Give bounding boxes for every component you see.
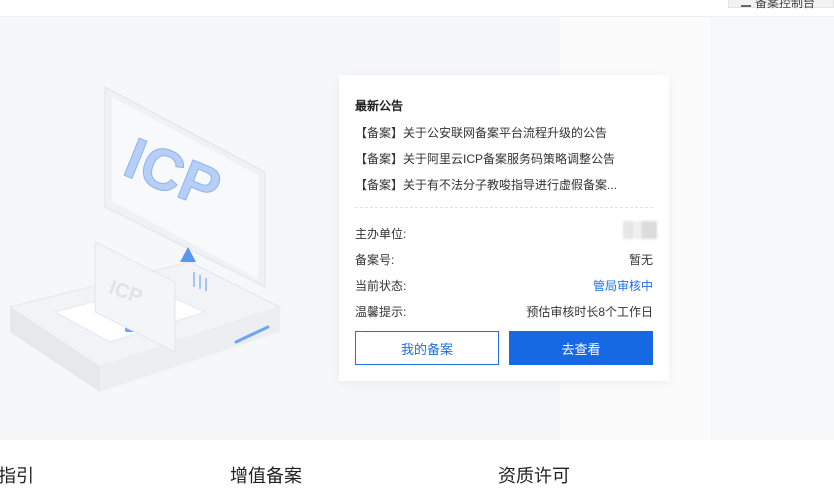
record-no-value: 暂无 <box>628 253 653 267</box>
notice-item[interactable]: 【备案】关于阿里云ICP备案服务码策略调整公告 <box>355 150 615 167</box>
console-button-label: 备案控制台 <box>755 0 816 10</box>
status-value: 管局审核中 <box>592 279 653 293</box>
notice-item[interactable]: 【备案】关于公安联网备案平台流程升级的公告 <box>355 124 607 141</box>
section-title-value-added: 增值备案 <box>230 466 302 486</box>
status-label: 当前状态: <box>355 279 407 293</box>
section-title-qualification: 资质许可 <box>498 466 570 486</box>
top-bar: 备案控制台 <box>0 0 834 17</box>
notice-title: 最新公告 <box>355 99 404 113</box>
console-icon <box>741 0 751 7</box>
hero-banner: ICP ICP 最新公告 【备案】关于公安联网备案平台流程升级的公告 【备案】关… <box>0 17 834 440</box>
sponsor-value-redacted <box>623 221 657 239</box>
record-no-label: 备案号: <box>355 253 395 267</box>
sponsor-label: 主办单位: <box>355 227 407 241</box>
console-button[interactable]: 备案控制台 <box>728 0 834 10</box>
icp-illustration: ICP ICP <box>8 86 282 392</box>
section-title-guide: 指引 <box>0 466 34 486</box>
notice-item[interactable]: 【备案】关于有不法分子教唆指导进行虚假备案... <box>355 176 617 193</box>
divider <box>355 207 653 208</box>
tip-label: 温馨提示: <box>355 305 407 319</box>
hero-bg-band-2 <box>710 17 834 440</box>
go-view-button[interactable]: 去查看 <box>509 331 653 365</box>
my-record-button[interactable]: 我的备案 <box>355 331 499 365</box>
tip-value: 预估审核时长8个工作日 <box>526 305 653 319</box>
notice-panel: 最新公告 【备案】关于公安联网备案平台流程升级的公告 【备案】关于阿里云ICP备… <box>339 75 669 381</box>
